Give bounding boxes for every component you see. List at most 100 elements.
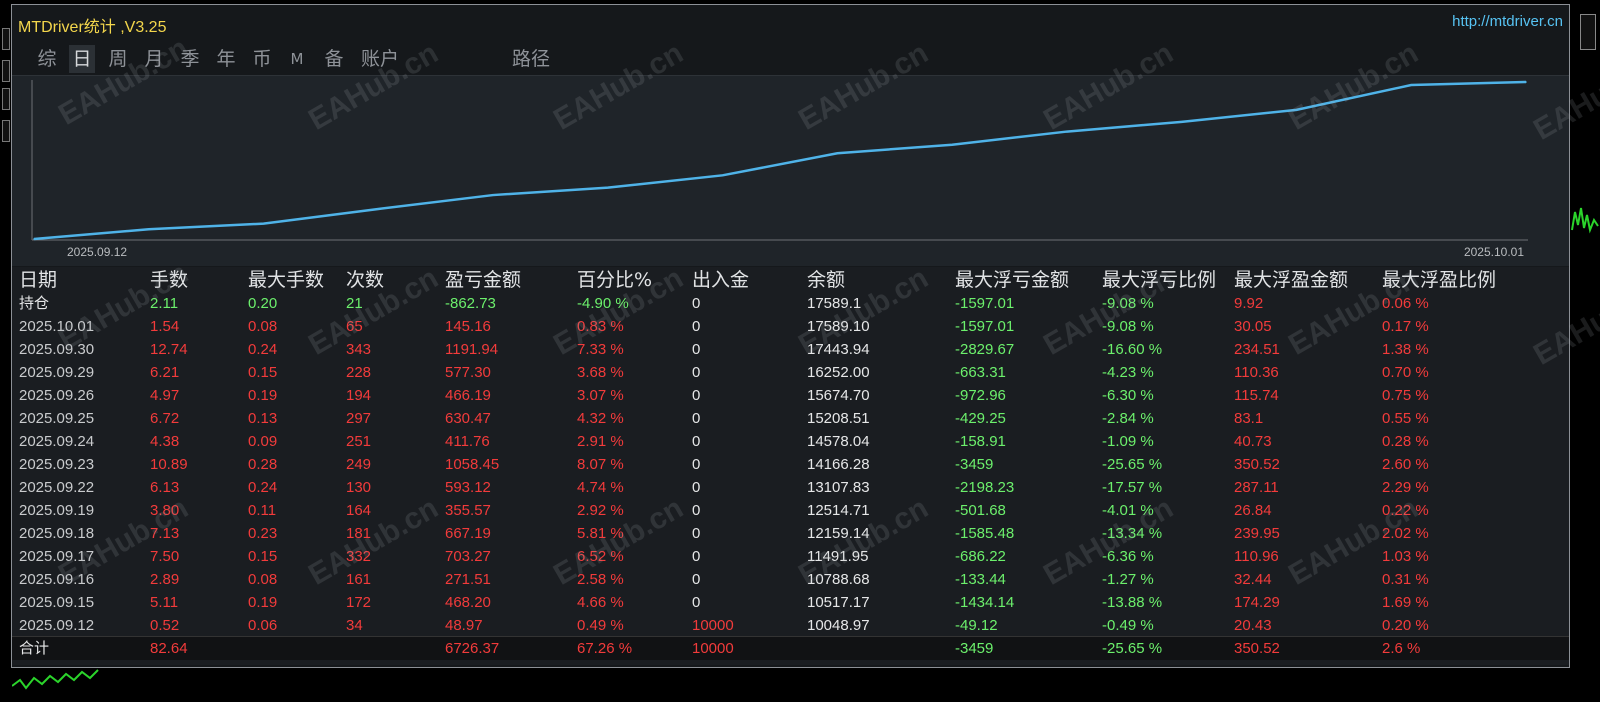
table-row[interactable]: 2025.09.26 4.97 0.19 194 466.19 3.07 % 0 15674.… bbox=[12, 384, 1569, 407]
cell-8: 11491.95 bbox=[807, 548, 869, 565]
table-row[interactable]: 2025.09.16 2.89 0.08 161 271.51 2.58 % 0 10788.… bbox=[12, 568, 1569, 591]
equity-point bbox=[1295, 109, 1298, 111]
equity-point bbox=[951, 143, 953, 146]
x-tick-label: 2025.10.01 bbox=[1464, 245, 1524, 259]
table-header[interactable]: 日期 手数 最大手数 次数 盈亏金额 百分比% 出入金 余额 最大浮亏金额 最大浮亏比例 最大浮盈金… bbox=[12, 267, 1569, 291]
cell-6: 0.83 % bbox=[577, 318, 624, 335]
table-row[interactable]: 2025.09.23 10.89 0.28 249 1058.45 8.07 % 0 1416… bbox=[12, 453, 1569, 476]
tab-quarter[interactable]: 季 bbox=[177, 45, 203, 73]
cell-8: 15674.70 bbox=[807, 387, 870, 404]
cell-11: 83.1 bbox=[1234, 410, 1264, 427]
cell-9: -972.96 bbox=[955, 387, 1006, 404]
cell-2: 0.52 bbox=[150, 617, 180, 634]
cell-12: 0.31 % bbox=[1382, 571, 1429, 588]
equity-point bbox=[147, 228, 150, 231]
cell-5: -862.73 bbox=[445, 295, 496, 312]
cell-4: 130 bbox=[346, 479, 372, 496]
equity-point bbox=[1410, 84, 1413, 86]
cell-9: -3459 bbox=[955, 456, 994, 473]
cell-11: 110.36 bbox=[1234, 364, 1279, 381]
cell-3: 0.20 bbox=[248, 295, 278, 312]
website-link[interactable]: http://mtdriver.cn bbox=[1452, 13, 1563, 30]
tab-magic[interactable]: M bbox=[287, 45, 307, 73]
cell-3: 0.24 bbox=[248, 341, 278, 358]
cell-8: 17589.1 bbox=[807, 295, 862, 312]
table-row[interactable]: 2025.10.01 1.54 0.08 65 145.16 0.83 % 0 17589.1… bbox=[12, 315, 1569, 338]
cell-11: 174.29 bbox=[1234, 594, 1280, 611]
tab-note[interactable]: 备 bbox=[321, 45, 347, 73]
cell-6: 7.33 % bbox=[577, 341, 624, 358]
cell-5: 145.16 bbox=[445, 318, 491, 335]
tab-day[interactable]: 日 bbox=[69, 45, 95, 73]
cell-2: 6.13 bbox=[150, 479, 180, 496]
cell-1: 2025.09.23 bbox=[19, 456, 95, 473]
cell-2: 1.54 bbox=[150, 318, 180, 335]
cell-6: 3.07 % bbox=[577, 387, 624, 404]
table-row[interactable]: 2025.09.24 4.38 0.09 251 411.76 2.91 % 0 14578.… bbox=[12, 430, 1569, 453]
cell-1: 2025.09.18 bbox=[19, 525, 95, 542]
cell-8: 17443.94 bbox=[807, 341, 870, 358]
cell-11: 234.51 bbox=[1234, 341, 1280, 358]
cell-12: 0.22 % bbox=[1382, 502, 1429, 519]
cell-11: 26.84 bbox=[1234, 502, 1272, 519]
cell-10: -13.88 % bbox=[1102, 594, 1163, 611]
mini-price-chart bbox=[12, 669, 99, 690]
cell-8: 10048.97 bbox=[807, 617, 870, 634]
total-row[interactable]: 合计 82.64 6726.37 67.26 % 10000 -3459 -25.65 % 3… bbox=[12, 636, 1569, 660]
cell-12: 2.02 % bbox=[1382, 525, 1429, 542]
tab-account[interactable]: 账户 bbox=[357, 45, 403, 73]
x-tick-label: 2025.09.12 bbox=[67, 245, 127, 259]
tab-symbol[interactable]: 币 bbox=[249, 45, 275, 73]
cell-5: 48.97 bbox=[445, 617, 483, 634]
equity-chart: 2025.09.12 2025.10.01 bbox=[12, 75, 1569, 266]
scroll-marker bbox=[2, 60, 10, 82]
cell-2: 7.13 bbox=[150, 525, 180, 542]
cell-4: 249 bbox=[346, 456, 372, 473]
cell-1: 2025.09.16 bbox=[19, 571, 95, 588]
cell-11: 110.96 bbox=[1234, 548, 1279, 565]
cell-9: -1585.48 bbox=[955, 525, 1015, 542]
cell-1: 2025.09.15 bbox=[19, 594, 95, 611]
cell-1: 2025.09.24 bbox=[19, 433, 95, 450]
tab-month[interactable]: 月 bbox=[141, 45, 167, 73]
cell-9: -3459 bbox=[955, 640, 994, 657]
table-row[interactable]: 2025.09.30 12.74 0.24 343 1191.94 7.33 % 0 1744… bbox=[12, 338, 1569, 361]
tab-year[interactable]: 年 bbox=[213, 45, 239, 73]
table-row[interactable]: 2025.09.12 0.52 0.06 34 48.97 0.49 % 10000 1004… bbox=[12, 614, 1569, 637]
cell-3: 0.24 bbox=[248, 479, 278, 496]
cell-3: 最大手数 bbox=[248, 269, 325, 291]
tab-week[interactable]: 周 bbox=[105, 45, 131, 73]
equity-point bbox=[377, 208, 380, 210]
cell-4: 332 bbox=[346, 548, 372, 565]
cell-10: -25.65 % bbox=[1102, 456, 1163, 473]
cell-10: 最大浮亏比例 bbox=[1102, 269, 1217, 291]
table-row[interactable]: 2025.09.22 6.13 0.24 130 593.12 4.74 % 0 13107.… bbox=[12, 476, 1569, 499]
equity-point bbox=[262, 222, 265, 225]
cell-3: 0.06 bbox=[248, 617, 278, 634]
tab-path[interactable]: 路径 bbox=[508, 45, 554, 73]
equity-point bbox=[721, 174, 724, 177]
table-row[interactable]: 2025.09.19 3.80 0.11 164 355.57 2.92 % 0 12514.… bbox=[12, 499, 1569, 522]
cell-10: -0.49 % bbox=[1102, 617, 1154, 634]
cell-6: 67.26 % bbox=[577, 640, 633, 657]
table-row[interactable]: 2025.09.25 6.72 0.13 297 630.47 4.32 % 0 15208.… bbox=[12, 407, 1569, 430]
cell-11: 115.74 bbox=[1234, 387, 1279, 404]
cell-3: 0.15 bbox=[248, 364, 278, 381]
cell-7: 0 bbox=[692, 341, 701, 358]
equity-point bbox=[33, 238, 35, 240]
equity-point bbox=[1066, 130, 1068, 133]
equity-point bbox=[836, 152, 839, 155]
cell-5: 1191.94 bbox=[445, 341, 499, 358]
table-row[interactable]: 2025.09.15 5.11 0.19 172 468.20 4.66 % 0 10517.… bbox=[12, 591, 1569, 614]
cell-2: 5.11 bbox=[150, 594, 179, 611]
cell-1: 持仓 bbox=[19, 295, 50, 312]
tab-overview[interactable]: 综 bbox=[34, 45, 60, 73]
cell-3: 0.08 bbox=[248, 571, 278, 588]
cell-3: 0.11 bbox=[248, 502, 277, 519]
table-row[interactable]: 2025.09.17 7.50 0.15 332 703.27 6.52 % 0 11491.… bbox=[12, 545, 1569, 568]
cell-9: -158.91 bbox=[955, 433, 1006, 450]
cell-3: 0.15 bbox=[248, 548, 278, 565]
holding-row[interactable]: 持仓 2.11 0.20 21 -862.73 -4.90 % 0 17589.1 -1597.… bbox=[12, 292, 1569, 315]
table-row[interactable]: 2025.09.18 7.13 0.23 181 667.19 5.81 % 0 12159.… bbox=[12, 522, 1569, 545]
table-row[interactable]: 2025.09.29 6.21 0.15 228 577.30 3.68 % 0 16252.… bbox=[12, 361, 1569, 384]
